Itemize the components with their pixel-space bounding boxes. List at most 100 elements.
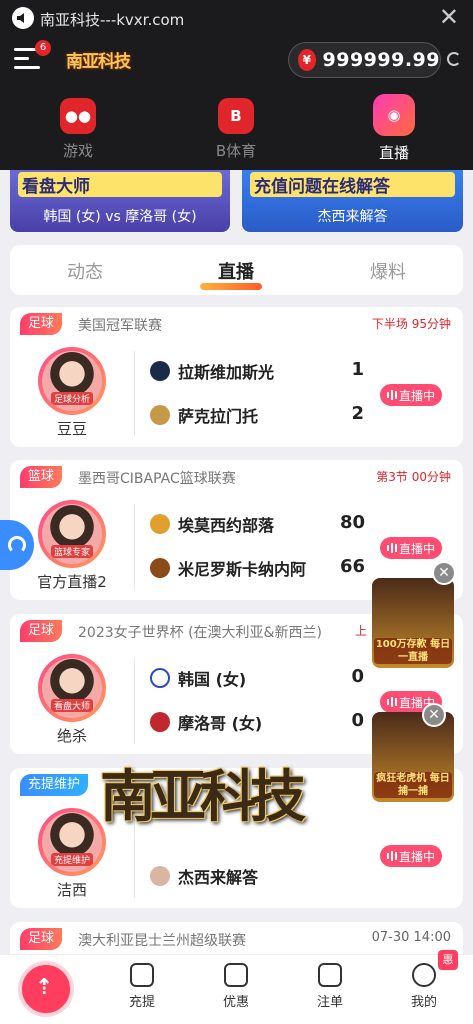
team-logo-icon bbox=[150, 361, 170, 381]
league-name: 墨西哥CIBAPAC篮球联赛 bbox=[78, 471, 236, 487]
match-status: 下半场 95分钟 bbox=[371, 317, 451, 331]
away-score: 66 bbox=[340, 556, 366, 577]
home-team: 韩国 (女) bbox=[150, 666, 370, 690]
away-team: 萨克拉门托 bbox=[150, 403, 370, 427]
anchor-avatar[interactable]: 充提维护 bbox=[38, 808, 106, 876]
sport-tag: 足球 bbox=[20, 313, 63, 335]
away-team: 米尼罗斯卡纳内阿 bbox=[150, 556, 370, 580]
divider bbox=[134, 658, 135, 744]
anchor-avatar[interactable]: 足球分析 bbox=[38, 347, 106, 415]
avatar-caption: 看盘大师 bbox=[50, 699, 93, 712]
arrow-up-icon: ⇡ bbox=[35, 975, 54, 1000]
banner-title: 充值问题在线解答 bbox=[250, 172, 455, 197]
away-team: 摩洛哥 (女) bbox=[150, 710, 370, 734]
close-icon[interactable]: ✕ bbox=[432, 561, 456, 585]
bottom-nav: ⇡ 充提 优惠 注单 我的 bbox=[0, 954, 473, 1024]
refresh-icon[interactable] bbox=[447, 52, 461, 66]
anchor-avatar[interactable]: 看盘大师 bbox=[38, 654, 106, 722]
nav-deposit[interactable]: 充提 bbox=[112, 963, 172, 1010]
gift-icon bbox=[224, 963, 248, 987]
camera-icon: ◉ bbox=[373, 94, 415, 136]
banner-row: 看盘大师 韩国 (女) vs 摩洛哥 (女) 充值问题在线解答 杰西来解答 bbox=[10, 170, 463, 232]
league-name: 澳大利亚昆士兰州超级联赛 bbox=[78, 933, 246, 949]
tab-underline bbox=[200, 283, 262, 290]
category-sports[interactable]: B B体育 bbox=[196, 98, 276, 161]
home-team: 拉斯维加斯光 bbox=[150, 359, 370, 383]
avatar-caption: 足球分析 bbox=[50, 392, 93, 405]
tab-live[interactable]: 直播 bbox=[176, 258, 296, 284]
user-icon bbox=[412, 963, 436, 987]
away-score: 0 bbox=[351, 710, 364, 731]
away-score: 2 bbox=[351, 403, 364, 424]
sport-tag: 足球 bbox=[20, 928, 63, 950]
list-icon bbox=[318, 963, 342, 987]
korea-flag-icon bbox=[150, 668, 170, 688]
avatar-caption: 充提维护 bbox=[50, 853, 93, 866]
match-card[interactable]: 足球 美国冠军联赛 下半场 95分钟 足球分析 豆豆 拉斯维加斯光 萨克拉门托 … bbox=[10, 307, 463, 447]
tab-feed[interactable]: 动态 bbox=[25, 258, 145, 284]
league-name: 2023女子世界杯 (在澳大利亚&新西兰) bbox=[78, 625, 322, 641]
anchor-name: 官方直播2 bbox=[37, 573, 107, 591]
live-badge[interactable]: 直播中 bbox=[380, 845, 442, 867]
sport-tag: 篮球 bbox=[20, 466, 63, 488]
banner-match[interactable]: 看盘大师 韩国 (女) vs 摩洛哥 (女) bbox=[10, 170, 230, 232]
home-score: 1 bbox=[351, 359, 364, 380]
upload-fab[interactable]: ⇡ bbox=[18, 961, 74, 1017]
avatar-caption: 篮球专家 bbox=[50, 545, 93, 558]
top-header: 南亚科技---kvxr.com ✕ 6 南亚科技 ¥ 999999.99 ●● … bbox=[0, 0, 473, 170]
content-tabs: 动态 直播 爆料 bbox=[10, 245, 463, 295]
anchor-avatar[interactable]: 篮球专家 bbox=[38, 500, 106, 568]
divider bbox=[134, 504, 135, 590]
host-avatar-icon bbox=[150, 866, 170, 886]
live-badge[interactable]: 直播中 bbox=[380, 384, 442, 406]
promo-badge: 惠 bbox=[438, 950, 458, 970]
float-ad-1[interactable]: 100万存款 每日一直播 bbox=[372, 578, 454, 668]
gamepad-icon: ●● bbox=[60, 98, 96, 134]
speaker-icon[interactable] bbox=[12, 7, 34, 29]
live-badge[interactable]: 直播中 bbox=[380, 537, 442, 559]
match-time: 07-30 14:00 bbox=[371, 930, 451, 945]
brand-watermark: 南亚科技 bbox=[100, 764, 306, 830]
nav-promo[interactable]: 优惠 bbox=[206, 963, 266, 1010]
team-logo-icon bbox=[150, 514, 170, 534]
balance-pill[interactable]: ¥ 999999.99 bbox=[288, 42, 441, 78]
team-logo-icon bbox=[150, 558, 170, 578]
league-name: 美国冠军联赛 bbox=[78, 318, 162, 334]
anchor-name: 豆豆 bbox=[56, 420, 87, 438]
menu-badge: 6 bbox=[35, 40, 51, 56]
anchor-name: 绝杀 bbox=[56, 727, 87, 745]
close-icon[interactable]: ✕ bbox=[422, 703, 446, 727]
wallet-icon bbox=[130, 963, 154, 987]
balance-value: 999999.99 bbox=[322, 49, 440, 71]
sport-tag: 充提维护 bbox=[20, 774, 89, 796]
category-live[interactable]: ◉ 直播 bbox=[354, 94, 434, 163]
ad-text: 疯狂老虎机 每日捕一捕 bbox=[374, 772, 452, 798]
sport-tag: 足球 bbox=[20, 620, 63, 642]
host-row: 杰西来解答 bbox=[150, 864, 370, 888]
tab-news[interactable]: 爆料 bbox=[328, 258, 448, 284]
home-score: 0 bbox=[351, 666, 364, 687]
ad-text: 100万存款 每日一直播 bbox=[374, 638, 452, 664]
browser-bar: 南亚科技---kvxr.com ✕ bbox=[0, 0, 473, 36]
float-ad-2[interactable]: 疯狂老虎机 每日捕一捕 bbox=[372, 712, 454, 802]
banner-label: 韩国 (女) vs 摩洛哥 (女) bbox=[43, 209, 197, 225]
match-status: 上 bbox=[354, 624, 367, 638]
home-team: 埃莫西约部落 bbox=[150, 512, 370, 536]
nav-mine[interactable]: 我的 bbox=[394, 963, 454, 1010]
team-logo-icon bbox=[150, 405, 170, 425]
banner-label: 杰西来解答 bbox=[317, 209, 388, 225]
banner-support[interactable]: 充值问题在线解答 杰西来解答 bbox=[242, 170, 463, 232]
nav-bets[interactable]: 注单 bbox=[300, 963, 360, 1010]
category-games[interactable]: ●● 游戏 bbox=[38, 98, 118, 161]
b-sports-icon: B bbox=[218, 98, 254, 134]
close-icon[interactable]: ✕ bbox=[439, 3, 459, 31]
yuan-icon: ¥ bbox=[298, 49, 316, 71]
category-label: 直播 bbox=[378, 144, 409, 162]
match-status: 第3节 00分钟 bbox=[376, 470, 451, 484]
category-label: B体育 bbox=[215, 142, 257, 160]
morocco-flag-icon bbox=[150, 712, 170, 732]
banner-title: 看盘大师 bbox=[18, 172, 222, 197]
home-score: 80 bbox=[340, 512, 366, 533]
anchor-name: 洁西 bbox=[56, 881, 87, 899]
url-text: 南亚科技---kvxr.com bbox=[40, 11, 185, 29]
